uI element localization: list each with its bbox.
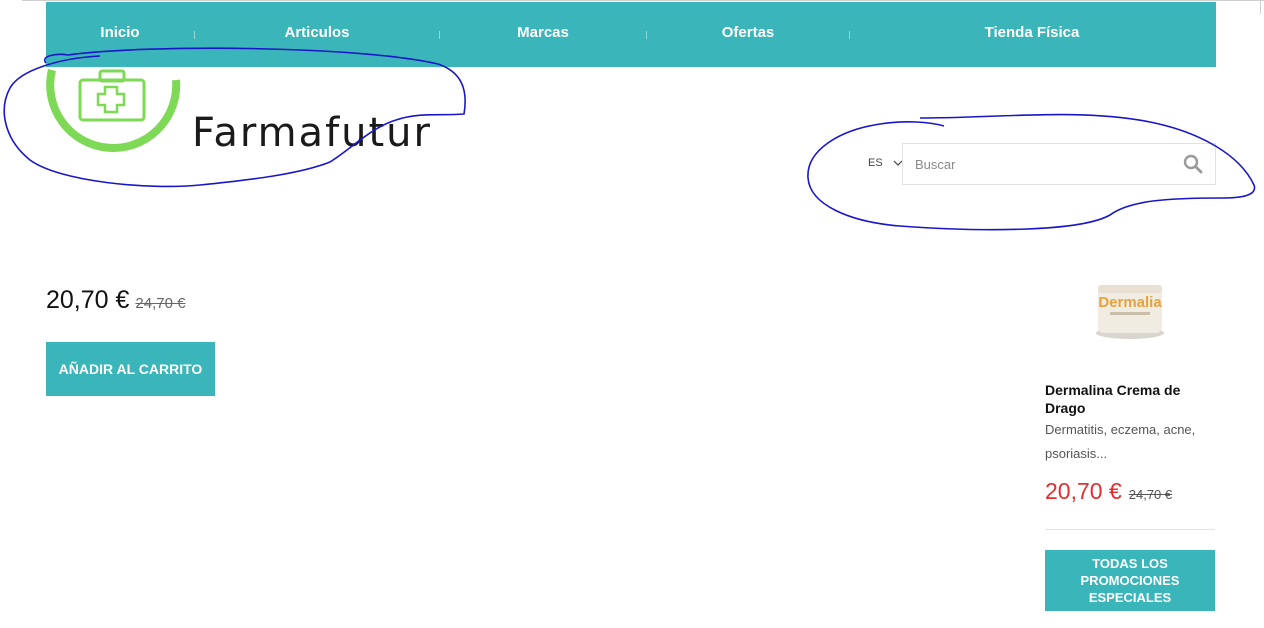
nav-item-marcas[interactable]: Marcas: [440, 2, 646, 67]
nav-item-ofertas[interactable]: Ofertas: [647, 2, 849, 67]
site-logo[interactable]: Farmafutur: [0, 40, 470, 190]
search-button[interactable]: [1183, 154, 1205, 176]
search-box: [902, 143, 1216, 185]
product-old-price: 24,70 €: [135, 295, 186, 312]
all-promotions-button[interactable]: TODAS LOS PROMOCIONES ESPECIALES: [1045, 550, 1215, 611]
sidebar-old-price: 24,70 €: [1128, 487, 1173, 502]
sidebar-product-description: Dermatitis, eczema, acne, psoriasis...: [1045, 422, 1196, 461]
sidebar-product-title[interactable]: Dermalina Crema de Drago: [1045, 381, 1220, 417]
nav-item-tienda-fisica[interactable]: Tienda Física: [850, 2, 1214, 67]
language-selector[interactable]: ES: [868, 157, 903, 169]
sidebar-product-image[interactable]: Dermalia: [1090, 281, 1170, 343]
top-edge: [1260, 0, 1261, 14]
product-price: 20,70 €: [46, 286, 130, 314]
language-label: ES: [868, 157, 883, 169]
sidebar-price: 20,70 €: [1045, 478, 1122, 504]
page: Inicio Articulos Marcas Ofertas Tienda F…: [0, 0, 1264, 628]
add-to-cart-button[interactable]: AÑADIR AL CARRITO: [46, 342, 215, 396]
search-input[interactable]: [903, 144, 1173, 184]
top-border: [22, 0, 1264, 1]
sidebar-divider: [1045, 529, 1215, 530]
medical-kit-icon: [46, 69, 181, 152]
sidebar-product-image-label: Dermalia: [1098, 294, 1162, 311]
search-icon: [1183, 154, 1203, 174]
sidebar-price-row: 20,70 € 24,70 €: [1045, 478, 1172, 505]
product-price-row: 20,70 € 24,70 €: [46, 286, 185, 315]
logo-text: Farmafutur: [192, 110, 432, 156]
